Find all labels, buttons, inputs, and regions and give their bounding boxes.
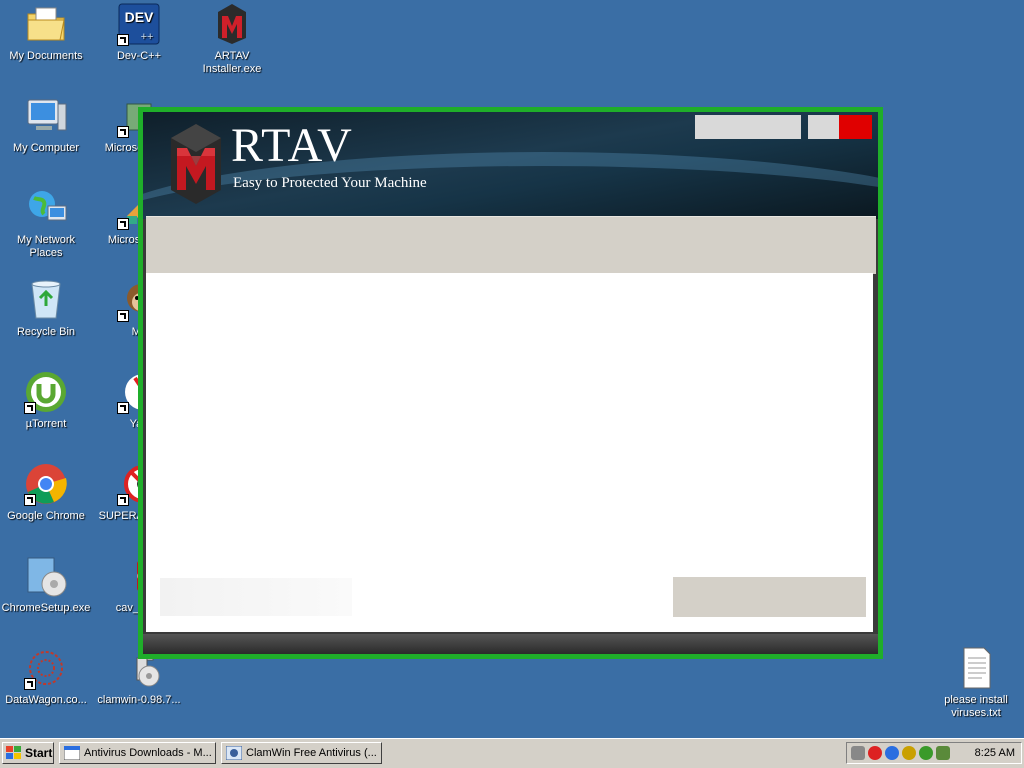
shortcut-arrow-icon (24, 494, 36, 506)
taskbar: Start Antivirus Downloads - M... ClamWin… (0, 738, 1024, 768)
utorrent-tray-icon[interactable] (919, 746, 933, 760)
desktop-icon-label: ChromeSetup.exe (1, 602, 91, 614)
installer-footer-bar (143, 634, 878, 654)
datawagon-icon (24, 646, 68, 690)
desktop-icon-utorrent[interactable]: µTorrent (0, 370, 92, 431)
desktop-icon-recycle-bin[interactable]: Recycle Bin (0, 278, 92, 339)
desktop-icon-label: Recycle Bin (16, 326, 76, 338)
shortcut-arrow-icon (117, 402, 129, 414)
close-button[interactable] (839, 115, 872, 139)
desktop-icon-label: µTorrent (25, 418, 67, 430)
taskbar-item-antivirus-downloads[interactable]: Antivirus Downloads - M... (59, 742, 216, 764)
brand-name: RTAV (231, 119, 353, 172)
desktop-icon-please-install-viruses[interactable]: please install viruses.txt (930, 646, 1022, 720)
desktop-icon-label: clamwin-0.98.7... (97, 694, 181, 706)
artav-logo-icon (171, 124, 221, 204)
text-file-icon (954, 646, 998, 690)
keyboard-icon[interactable] (851, 746, 865, 760)
desktop-icon-label: My Network Places (16, 234, 76, 259)
desktop-icon-network-places[interactable]: My Network Places (0, 186, 92, 260)
installer-left-field[interactable] (160, 578, 352, 616)
bug-tray-icon[interactable] (902, 746, 916, 760)
taskbar-item-label: ClamWin Free Antivirus (... (246, 747, 377, 759)
installer-content-area (146, 273, 873, 632)
artav-installer-window: RTAV Easy to Protected Your Machine (138, 107, 883, 659)
dev-cpp-icon: DEV ++ (117, 2, 161, 46)
shortcut-arrow-icon (117, 126, 129, 138)
desktop-icon-label: My Documents (9, 50, 83, 62)
svg-text:DEV: DEV (125, 9, 154, 25)
brand-tagline: Easy to Protected Your Machine (233, 175, 427, 191)
shortcut-arrow-icon (117, 310, 129, 322)
desktop-icon-label: My Computer (12, 142, 80, 154)
windows-logo-icon (6, 746, 21, 759)
chrome-icon (24, 462, 68, 506)
installer-next-button[interactable] (673, 577, 866, 617)
desktop-icon-chrome-setup[interactable]: ChromeSetup.exe (0, 554, 92, 615)
shortcut-arrow-icon (24, 678, 36, 690)
shortcut-arrow-icon (24, 402, 36, 414)
desktop-icon-label: DataWagon.co... (5, 694, 87, 706)
taskbar-item-label: Antivirus Downloads - M... (84, 747, 212, 759)
desktop-icon-label: Dev-C++ (116, 50, 162, 62)
desktop-icon-my-computer[interactable]: My Computer (0, 94, 92, 155)
network-places-icon (24, 186, 68, 230)
installer-banner: RTAV Easy to Protected Your Machine (143, 112, 878, 219)
network-tray-icon[interactable] (885, 746, 899, 760)
desktop-icon-label: ARTAV Installer.exe (202, 50, 262, 75)
installer-body: RTAV Easy to Protected Your Machine (143, 112, 878, 654)
start-label: Start (25, 746, 53, 760)
desktop-icon-datawagon[interactable]: DataWagon.co... (0, 646, 92, 707)
desktop-icon-label: please install viruses.txt (944, 694, 1008, 719)
browser-window-icon (64, 746, 80, 760)
recycle-bin-icon (24, 278, 68, 322)
installer-header-panel (146, 216, 876, 274)
shortcut-arrow-icon (117, 34, 129, 46)
clamwin-tray-icon[interactable] (936, 746, 950, 760)
desktop-icon-label: Google Chrome (7, 510, 85, 522)
desktop-icon-google-chrome[interactable]: Google Chrome (0, 462, 92, 523)
artav-installer-icon (210, 2, 254, 46)
system-tray: 8:25 AM (846, 742, 1022, 764)
chrome-setup-icon (24, 554, 68, 598)
folder-documents-icon (24, 2, 68, 46)
minimize-button[interactable] (695, 115, 801, 139)
computer-icon (24, 94, 68, 138)
shortcut-arrow-icon (117, 218, 129, 230)
taskbar-item-clamwin[interactable]: ClamWin Free Antivirus (... (221, 742, 382, 764)
clamwin-window-icon (226, 746, 242, 760)
desktop-icon-dev-cpp[interactable]: DEV ++ Dev-C++ (93, 2, 185, 63)
utorrent-icon (24, 370, 68, 414)
desktop-icon-my-documents[interactable]: My Documents (0, 2, 92, 63)
shortcut-arrow-icon (117, 494, 129, 506)
desktop-icon-artav-installer[interactable]: ARTAV Installer.exe (186, 2, 278, 76)
start-button[interactable]: Start (2, 742, 54, 764)
antivirus-tray-icon[interactable] (868, 746, 882, 760)
clock[interactable]: 8:25 AM (975, 747, 1015, 759)
svg-text:++: ++ (141, 31, 154, 43)
restore-button[interactable] (808, 115, 839, 139)
